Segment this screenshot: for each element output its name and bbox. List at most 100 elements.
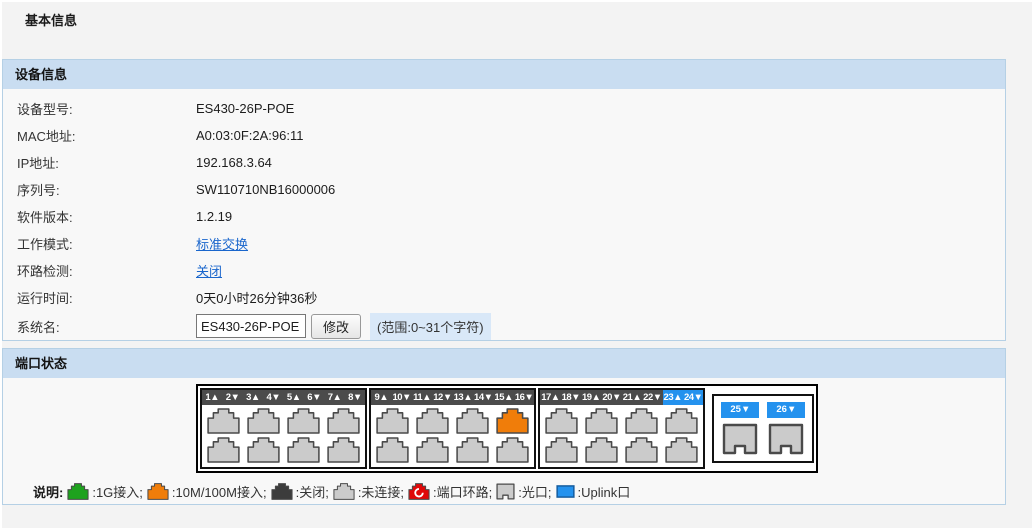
port-1-icon <box>207 408 240 434</box>
port-row-bottom <box>540 434 703 467</box>
window-edge-top <box>0 0 1032 2</box>
info-row-mac-address: MAC地址:A0:03:0F:2A:96:11 <box>3 122 1005 149</box>
serial-number-value: SW110710NB16000006 <box>196 182 335 197</box>
legend-item-unconnected: :未连接; <box>333 482 404 501</box>
port-status-panel: 端口状态 1▲2▼3▲4▼5▲6▼7▲8▼ 9▲10▼11▲12▼13▲14▼15… <box>2 348 1006 505</box>
legend-item-1g: :1G接入; <box>67 482 143 501</box>
port-group-3-header: 17▲18▼19▲20▼21▲22▼23▲24▼ <box>540 390 703 405</box>
port-header-18: 18▼ <box>561 390 581 405</box>
port-group-1: 1▲2▼3▲4▼5▲6▼7▲8▼ <box>200 388 367 469</box>
port-3-icon <box>247 408 280 434</box>
info-row-uptime: 运行时间:0天0小时26分钟36秒 <box>3 284 1005 311</box>
legend-item-fiber: :光口; <box>496 482 551 501</box>
system-name-value: 修改(范围:0~31个字符) <box>196 313 491 340</box>
port-header-10: 10▼ <box>392 390 412 405</box>
mac-address-label: MAC地址: <box>3 126 196 145</box>
port-header-6: 6▼ <box>304 390 324 405</box>
port-row-top <box>202 405 365 434</box>
port-8-icon <box>327 437 360 463</box>
port-24-icon <box>665 437 698 463</box>
legend-uplink-icon <box>556 485 575 498</box>
basic-info-page: 基本信息 设备信息 设备型号:ES430-26P-POE MAC地址:A0:03:… <box>0 0 1032 528</box>
port-header-13: 13▲ <box>453 390 473 405</box>
port-2-icon <box>207 437 240 463</box>
page-title: 基本信息 <box>25 10 77 29</box>
port-15-icon <box>496 408 529 434</box>
port-header-21: 21▲ <box>622 390 642 405</box>
port-21-icon <box>625 408 658 434</box>
port-row-top <box>540 405 703 434</box>
legend-fiber-text: :光口; <box>518 482 551 501</box>
uptime-value: 0天0小时26分钟36秒 <box>196 288 317 307</box>
port-18-icon <box>545 437 578 463</box>
port-10-icon <box>376 437 409 463</box>
uptime-label: 运行时间: <box>3 288 196 307</box>
port-14-icon <box>456 437 489 463</box>
port-header-16: 16▼ <box>514 390 534 405</box>
port-11-icon <box>416 408 449 434</box>
port-legend: 说明: :1G接入; :10M/100M接入; :关闭; :未连接; :端口环路; :光口… <box>33 482 1005 501</box>
port-group-3: 17▲18▼19▲20▼21▲22▼23▲24▼ <box>538 388 705 469</box>
port-header-20: 20▼ <box>601 390 621 405</box>
legend-100m-text: :10M/100M接入; <box>172 482 267 501</box>
port-header-9: 9▲ <box>371 390 391 405</box>
legend-closed-text: :关闭; <box>296 482 329 501</box>
device-info-rows: 设备型号:ES430-26P-POE MAC地址:A0:03:0F:2A:96:1… <box>3 89 1005 341</box>
port-13-icon <box>456 408 489 434</box>
legend-port-loop-icon <box>408 483 430 500</box>
legend-unconnected-icon <box>333 483 355 500</box>
port-20-icon <box>585 437 618 463</box>
port-header-14: 14▼ <box>473 390 493 405</box>
loop-detection-value: 关闭 <box>196 261 222 280</box>
legend-port-loop-text: :端口环路; <box>433 482 492 501</box>
serial-number-label: 序列号: <box>3 180 196 199</box>
port-23-icon <box>665 408 698 434</box>
system-name-label: 系统名: <box>3 317 196 336</box>
legend-100m-icon <box>147 483 169 500</box>
loop-detection-link[interactable]: 关闭 <box>196 264 222 279</box>
port-header-23: 23▲ <box>663 390 683 405</box>
port-header-7: 7▲ <box>324 390 344 405</box>
system-name-input[interactable] <box>196 314 306 338</box>
ip-address-label: IP地址: <box>3 153 196 172</box>
sfp-port-25-icon <box>722 423 758 455</box>
legend-1g-icon <box>67 483 89 500</box>
port-header-1: 1▲ <box>202 390 222 405</box>
port-6-icon <box>287 437 320 463</box>
legend-fiber-icon <box>496 483 515 500</box>
port-header-11: 11▲ <box>412 390 432 405</box>
info-row-serial-number: 序列号:SW110710NB16000006 <box>3 176 1005 203</box>
port-status-body: 1▲2▼3▲4▼5▲6▼7▲8▼9▲10▼11▲12▼13▲14▼15▲16▼1… <box>3 378 1005 501</box>
legend-unconnected-text: :未连接; <box>358 482 404 501</box>
device-info-header: 设备信息 <box>3 60 1005 89</box>
legend-item-closed: :关闭; <box>271 482 329 501</box>
port-row-top <box>371 405 534 434</box>
port-board: 1▲2▼3▲4▼5▲6▼7▲8▼9▲10▼11▲12▼13▲14▼15▲16▼1… <box>196 384 818 473</box>
legend-uplink-text: :Uplink口 <box>578 482 631 501</box>
port-22-icon <box>625 437 658 463</box>
port-group-2: 9▲10▼11▲12▼13▲14▼15▲16▼ <box>369 388 536 469</box>
port-9-icon <box>376 408 409 434</box>
port-header-19: 19▲ <box>581 390 601 405</box>
legend-item-uplink: :Uplink口 <box>556 482 631 501</box>
sfp-port-26-icon <box>768 423 804 455</box>
port-header-24: 24▼ <box>683 390 703 405</box>
uplink-port-26-label: 26▼ <box>767 402 805 418</box>
port-header-12: 12▼ <box>432 390 452 405</box>
software-version-label: 软件版本: <box>3 207 196 226</box>
info-row-ip-address: IP地址:192.168.3.64 <box>3 149 1005 176</box>
info-row-system-name: 系统名:修改(范围:0~31个字符) <box>3 311 1005 341</box>
modify-button[interactable]: 修改 <box>311 314 361 339</box>
uplink-port-25: 25▼ <box>721 402 759 455</box>
work-mode-value: 标准交换 <box>196 234 248 253</box>
legend-label: 说明: <box>33 482 63 501</box>
port-group-2-header: 9▲10▼11▲12▼13▲14▼15▲16▼ <box>371 390 534 405</box>
device-model-label: 设备型号: <box>3 99 196 118</box>
device-model-value: ES430-26P-POE <box>196 101 294 116</box>
ip-address-value: 192.168.3.64 <box>196 155 272 170</box>
port-status-header: 端口状态 <box>3 349 1005 378</box>
work-mode-link[interactable]: 标准交换 <box>196 237 248 252</box>
uplink-port-group: 25▼ 26▼ <box>712 394 814 463</box>
port-17-icon <box>545 408 578 434</box>
port-row-bottom <box>371 434 534 467</box>
